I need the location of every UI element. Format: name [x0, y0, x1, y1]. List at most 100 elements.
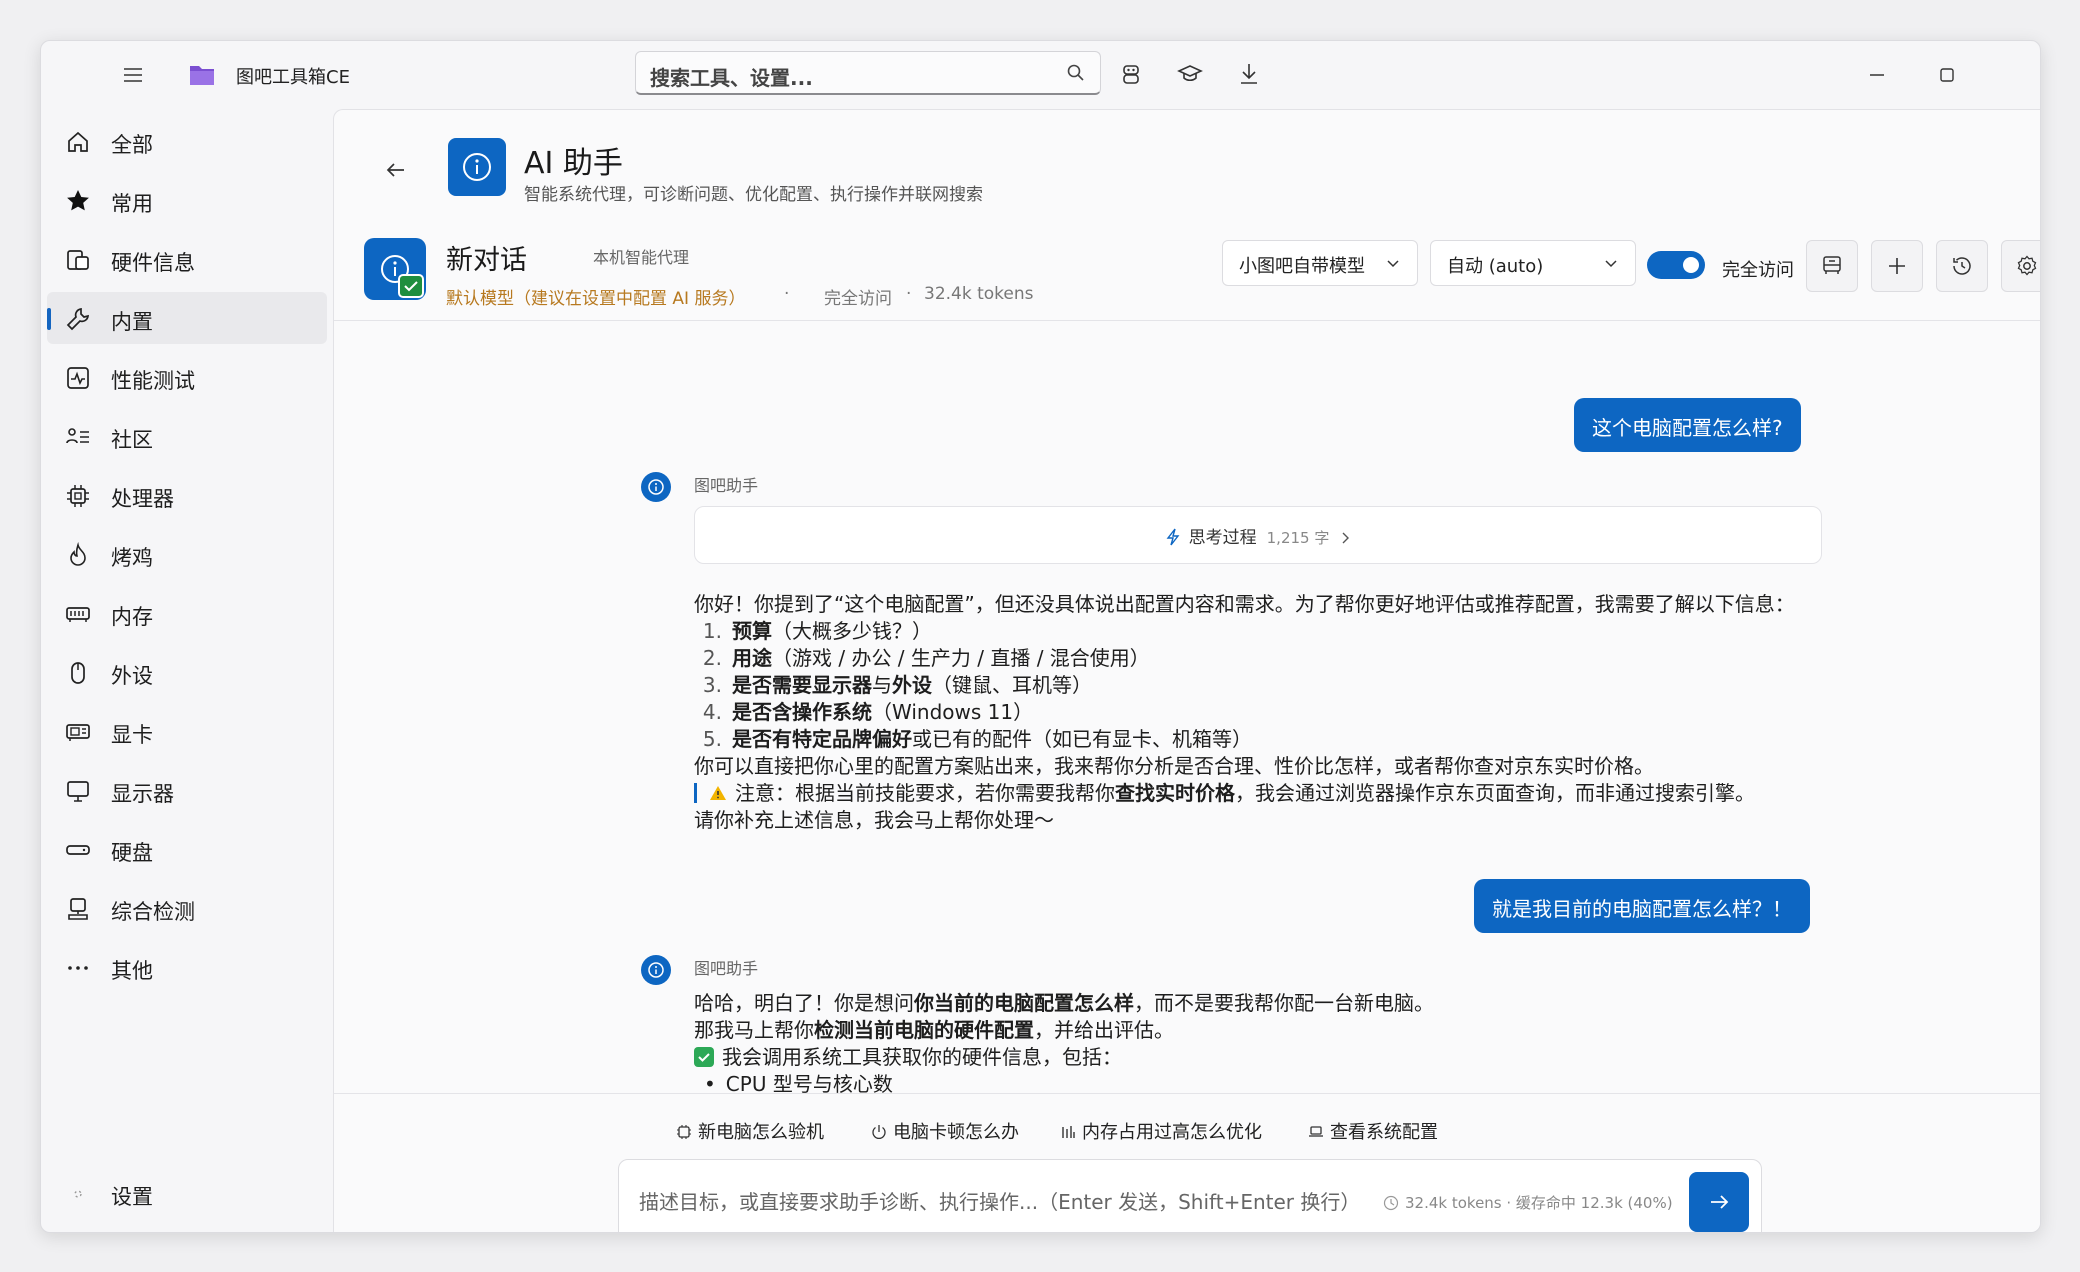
- laptop-icon: [1309, 1126, 1323, 1137]
- community-icon: [65, 424, 91, 450]
- list-item: 3. 是否需要显示器与外设（键鼠、耳机等）: [702, 673, 1092, 697]
- bot-avatar-icon: [641, 955, 671, 985]
- toggle-knob: [1683, 257, 1699, 273]
- maximize-icon[interactable]: [1931, 59, 1963, 91]
- sidebar-item-favorites[interactable]: 常用: [47, 174, 327, 226]
- sidebar-item-all[interactable]: 全部: [47, 115, 327, 167]
- sidebar-item-label: 硬件信息: [111, 251, 195, 275]
- bot-text: 请你补充上述信息，我会马上帮你处理～: [694, 808, 1054, 832]
- full-access-toggle[interactable]: [1647, 251, 1705, 279]
- minimize-icon[interactable]: [1861, 59, 1893, 91]
- bars-icon: [1062, 1126, 1075, 1138]
- meta-separator: ·: [906, 284, 912, 304]
- sidebar-item-builtin[interactable]: 内置: [47, 292, 327, 344]
- sidebar-item-label: 社区: [111, 428, 153, 452]
- page-subtitle: 智能系统代理，可诊断问题、优化配置、执行操作并联网搜索: [524, 185, 983, 205]
- gear-icon: [2017, 255, 2037, 276]
- gpu-icon: [65, 719, 91, 745]
- new-chat-button[interactable]: [1871, 240, 1923, 292]
- download-icon[interactable]: [1236, 61, 1262, 87]
- cpu-icon: [65, 483, 91, 509]
- flame-icon: [65, 541, 91, 568]
- sidebar-item-peripherals[interactable]: 外设: [47, 646, 327, 698]
- sidebar-item-hardware-info[interactable]: 硬件信息: [47, 233, 327, 285]
- sidebar-item-stress[interactable]: 烤鸡: [47, 528, 327, 580]
- monitor-icon: [65, 778, 91, 804]
- robot-icon[interactable]: [1118, 61, 1144, 87]
- chat-input[interactable]: 描述目标，或直接要求助手诊断、执行操作...（Enter 发送，Shift+En…: [618, 1159, 1762, 1232]
- mode-select[interactable]: 自动 (auto): [1430, 240, 1636, 286]
- user-message: 就是我目前的电脑配置怎么样？！: [1474, 879, 1810, 933]
- suggestion-chip[interactable]: 新电脑怎么验机: [676, 1118, 824, 1144]
- sidebar-item-memory[interactable]: 内存: [47, 587, 327, 639]
- bot-text: 那我马上帮你检测当前电脑的硬件配置，并给出评估。: [694, 1018, 1174, 1042]
- graduation-cap-icon[interactable]: [1177, 61, 1203, 87]
- model-select-value: 小图吧自带模型: [1239, 256, 1365, 277]
- thinking-process-toggle[interactable]: 思考过程 1,215 字: [694, 506, 1822, 564]
- thinking-row: 思考过程 1,215 字: [695, 523, 1821, 548]
- sidebar-item-label: 其他: [111, 959, 153, 983]
- active-indicator: [47, 308, 51, 330]
- sidebar-item-settings[interactable]: 设置: [47, 1167, 327, 1219]
- sidebar-item-label: 处理器: [111, 487, 174, 511]
- user-message: 这个电脑配置怎么样?: [1574, 398, 1801, 452]
- checkmark-icon: [694, 1047, 714, 1067]
- access-level: 完全访问: [824, 289, 892, 309]
- memory-button[interactable]: [1806, 240, 1858, 292]
- sidebar-item-other[interactable]: 其他: [47, 941, 327, 993]
- list-item: 4. 是否含操作系统（Windows 11）: [702, 700, 1034, 724]
- lightning-icon: [1166, 528, 1180, 546]
- arrow-right-icon: [1711, 1195, 1729, 1209]
- sidebar-item-benchmark[interactable]: 性能测试: [47, 351, 327, 403]
- chevron-down-icon: [1603, 255, 1619, 271]
- sidebar-item-label: 内置: [111, 310, 153, 334]
- cabinet-icon: [1823, 256, 1841, 274]
- chevron-down-icon: [1385, 255, 1401, 271]
- sidebar-item-diagnostics[interactable]: 综合检测: [47, 882, 327, 934]
- search-input[interactable]: 搜索工具、设置...: [635, 51, 1101, 95]
- suggestion-chip[interactable]: 电脑卡顿怎么办: [871, 1118, 1019, 1144]
- suggestion-chip[interactable]: 查看系统配置: [1308, 1118, 1438, 1144]
- send-button[interactable]: [1689, 1172, 1749, 1232]
- history-button[interactable]: [1936, 240, 1988, 292]
- full-access-label: 完全访问: [1722, 260, 1794, 281]
- sidebar-item-label: 外设: [111, 664, 153, 688]
- bot-text: 哈哈，明白了！你是想问你当前的电脑配置怎么样，而不是要我帮你配一台新电脑。: [694, 991, 1434, 1015]
- sidebar-item-label: 设置: [111, 1185, 153, 1209]
- settings-button[interactable]: [2001, 240, 2040, 292]
- bot-name: 图吧助手: [694, 959, 759, 978]
- sidebar-item-disk[interactable]: 硬盘: [47, 823, 327, 875]
- chat-divider: [334, 1093, 2040, 1094]
- power-icon: [872, 1125, 886, 1139]
- sidebar-item-label: 常用: [111, 192, 153, 216]
- home-icon: [65, 129, 91, 155]
- clock-icon: [1383, 1195, 1399, 1211]
- diagnostics-icon: [65, 896, 91, 922]
- history-icon: [1953, 257, 1971, 275]
- note-line: 注意：根据当前技能要求，若你需要我帮你查找实时价格，我会通过浏览器操作京东页面查…: [694, 777, 1755, 806]
- conversation-tag: 本机智能代理: [593, 248, 690, 267]
- token-count: 32.4k tokens: [924, 284, 1034, 304]
- search-icon[interactable]: [1066, 63, 1086, 83]
- star-icon: [65, 188, 91, 214]
- bot-text: 你好！你提到了“这个电脑配置”，但还没具体说出配置内容和需求。为了帮你更好地评估…: [694, 592, 1795, 616]
- sidebar-item-gpu[interactable]: 显卡: [47, 705, 327, 757]
- chat-input-placeholder: 描述目标，或直接要求助手诊断、执行操作...（Enter 发送，Shift+En…: [639, 1190, 1361, 1214]
- sidebar-item-monitor[interactable]: 显示器: [47, 764, 327, 816]
- sidebar-item-label: 硬盘: [111, 841, 153, 865]
- search-placeholder: 搜索工具、设置...: [650, 66, 813, 90]
- sidebar: 全部 常用 硬件信息 内置 性能测试 社区 处理器 烤鸡 内存 外设 显卡 显示…: [41, 109, 333, 1232]
- bot-avatar-icon: [641, 472, 671, 502]
- model-select[interactable]: 小图吧自带模型: [1222, 240, 1418, 286]
- pulse-icon: [65, 365, 91, 391]
- thinking-count: 1,215 字: [1266, 529, 1330, 547]
- back-arrow-icon[interactable]: [382, 156, 410, 184]
- sidebar-item-label: 性能测试: [111, 369, 195, 393]
- hamburger-menu-icon[interactable]: [121, 63, 145, 87]
- sidebar-item-cpu[interactable]: 处理器: [47, 469, 327, 521]
- sidebar-item-community[interactable]: 社区: [47, 410, 327, 462]
- disk-icon: [65, 837, 91, 863]
- suggestion-chip[interactable]: 内存占用过高怎么优化: [1060, 1118, 1262, 1144]
- warning-icon: [710, 786, 726, 800]
- mode-select-value: 自动 (auto): [1447, 256, 1544, 277]
